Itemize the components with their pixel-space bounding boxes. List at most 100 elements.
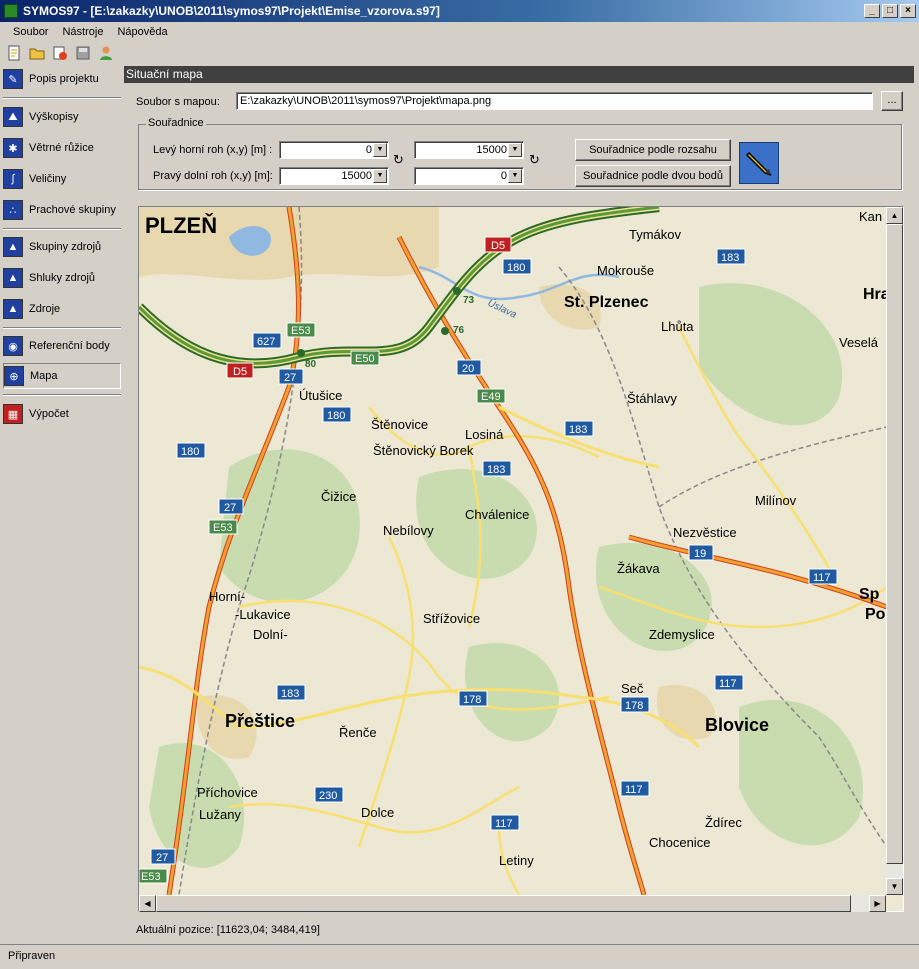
window-controls: _ □ ×: [864, 4, 916, 18]
town-label: Žákava: [617, 561, 660, 576]
top-left-y-combo[interactable]: 15000 ▼: [414, 141, 524, 159]
edit-map-button[interactable]: [739, 142, 779, 184]
menu-soubor[interactable]: Soubor: [6, 26, 55, 38]
town-label: Chválenice: [465, 507, 529, 522]
save-button[interactable]: [73, 43, 93, 63]
bottom-right-x-combo[interactable]: 15000 ▼: [279, 167, 389, 185]
chevron-down-icon[interactable]: ▼: [508, 143, 522, 157]
town-label: Seč: [621, 681, 644, 696]
route-shield-e53: E53: [139, 868, 168, 884]
vertical-scroll-thumb[interactable]: [886, 224, 903, 864]
sidebar-item-popis-projektu[interactable]: ✎ Popis projektu: [3, 66, 121, 92]
route-label: D5: [233, 366, 247, 378]
route-shield: 27: [218, 498, 244, 515]
sidebar-item-shluky-zdroju[interactable]: ▲ Shluky zdrojů: [3, 265, 121, 291]
route-shield-d5: D5: [484, 236, 512, 253]
town-label: Hra: [863, 286, 887, 303]
top-left-label: Levý horní roh (x,y) [m] :: [153, 144, 273, 156]
coords-by-extent-button[interactable]: Souřadnice podle rozsahu: [575, 139, 731, 161]
sidebar-item-zdroje[interactable]: ▲ Zdroje: [3, 296, 121, 322]
new-file-button[interactable]: [4, 43, 24, 63]
sidebar-item-veliciny[interactable]: ∫ Veličiny: [3, 166, 121, 192]
quantity-icon: ∫: [3, 169, 23, 189]
sidebar-item-vyskopisy[interactable]: ⛰ Výškopisy: [3, 104, 121, 130]
browse-button[interactable]: ...: [881, 91, 903, 111]
maximize-button[interactable]: □: [882, 4, 898, 18]
menu-bar: Soubor Nástroje Nápověda: [0, 22, 919, 41]
town-label: -Lukavice: [235, 607, 291, 622]
route-shield: 117: [620, 780, 650, 797]
sidebar-item-prachove-skupiny[interactable]: ∴ Prachové skupiny: [3, 197, 121, 223]
sidebar-item-mapa[interactable]: ⊕ Mapa: [3, 363, 121, 389]
junction-marker: [453, 287, 461, 295]
reference-points-icon: ◉: [3, 336, 23, 356]
vertical-scrollbar[interactable]: ▲ ▼: [886, 207, 903, 895]
junction-marker: [297, 349, 305, 357]
new-file-icon: [8, 45, 20, 61]
sidebar-separator: [3, 97, 121, 99]
scroll-left-button[interactable]: ◀: [139, 895, 156, 912]
top-left-x-combo[interactable]: 0 ▼: [279, 141, 389, 159]
route-label: 27: [284, 372, 296, 384]
swap-icon[interactable]: ↻: [529, 152, 540, 168]
route-label: D5: [491, 240, 505, 252]
town-label: Zdemyslice: [649, 627, 715, 642]
town-label: Řenče: [339, 725, 377, 740]
sidebar-item-vypocet[interactable]: ▦ Výpočet: [3, 401, 121, 427]
coordinates-group-title: Souřadnice: [146, 117, 206, 129]
map-canvas[interactable]: PLZEŇ Tymákov Mokrouše St. Plzenec Lhůta…: [139, 207, 887, 895]
menu-nastroje[interactable]: Nástroje: [55, 26, 110, 38]
town-label: Střížovice: [423, 611, 480, 626]
exit-number: 80: [305, 359, 317, 370]
chevron-down-icon[interactable]: ▼: [508, 169, 522, 183]
open-folder-button[interactable]: [27, 43, 47, 63]
route-shield: 180: [176, 442, 206, 459]
route-label: 180: [507, 262, 525, 274]
toolbar: [0, 41, 919, 65]
route-shield-e53: E53: [286, 322, 316, 338]
sidebar-item-label: Zdroje: [29, 303, 61, 315]
source-clusters-icon: ▲: [3, 268, 23, 288]
route-shield: 183: [482, 460, 512, 477]
horizontal-scroll-thumb[interactable]: [156, 895, 851, 912]
status-bar: Připraven: [0, 944, 919, 969]
window-title: SYMOS97 - [E:\zakazky\UNOB\2011\symos97\…: [23, 4, 440, 18]
town-label: Čižice: [321, 489, 356, 504]
user-button[interactable]: [96, 43, 116, 63]
menu-napoveda[interactable]: Nápověda: [110, 26, 174, 38]
close-button[interactable]: ×: [900, 4, 916, 18]
town-label: Chocenice: [649, 835, 710, 850]
page-title: Situační mapa: [124, 66, 914, 83]
scroll-right-button[interactable]: ▶: [869, 895, 886, 912]
refresh-button[interactable]: [50, 43, 70, 63]
route-shield: 183: [564, 420, 594, 437]
horizontal-scrollbar[interactable]: ◀ ▶: [139, 895, 886, 912]
map-file-input[interactable]: E:\zakazky\UNOB\2011\symos97\Projekt\map…: [236, 92, 873, 110]
sidebar-item-label: Výpočet: [29, 408, 69, 420]
town-label: Nebílovy: [383, 523, 434, 538]
chevron-down-icon[interactable]: ▼: [373, 169, 387, 183]
town-label: Horní-: [209, 589, 245, 604]
sidebar-item-skupiny-zdroju[interactable]: ▲ Skupiny zdrojů: [3, 234, 121, 260]
scroll-up-button[interactable]: ▲: [886, 207, 903, 224]
chevron-down-icon[interactable]: ▼: [373, 143, 387, 157]
town-label: Útušice: [299, 388, 342, 403]
sidebar-item-label: Veličiny: [29, 173, 67, 185]
minimize-button[interactable]: _: [864, 4, 880, 18]
route-label: 27: [156, 852, 168, 864]
sidebar-item-vetrne-ruzice[interactable]: ✱ Větrné růžice: [3, 135, 121, 161]
town-label: Štěnovický Borek: [373, 443, 474, 458]
map-view[interactable]: PLZEŇ Tymákov Mokrouše St. Plzenec Lhůta…: [138, 206, 904, 912]
map-file-label: Soubor s mapou:: [136, 96, 220, 108]
scroll-down-button[interactable]: ▼: [886, 878, 903, 895]
dust-icon: ∴: [3, 200, 23, 220]
route-label: 183: [281, 688, 299, 700]
exit-number: 73: [463, 295, 475, 306]
bottom-right-y-combo[interactable]: 0 ▼: [414, 167, 524, 185]
save-icon: [76, 46, 90, 60]
exit-number: 76: [453, 325, 465, 336]
sidebar-item-referencni-body[interactable]: ◉ Referenční body: [3, 333, 121, 359]
coords-by-two-points-button[interactable]: Souřadnice podle dvou bodů: [575, 165, 731, 187]
swap-icon[interactable]: ↻: [393, 152, 404, 168]
route-label: 230: [319, 790, 337, 802]
